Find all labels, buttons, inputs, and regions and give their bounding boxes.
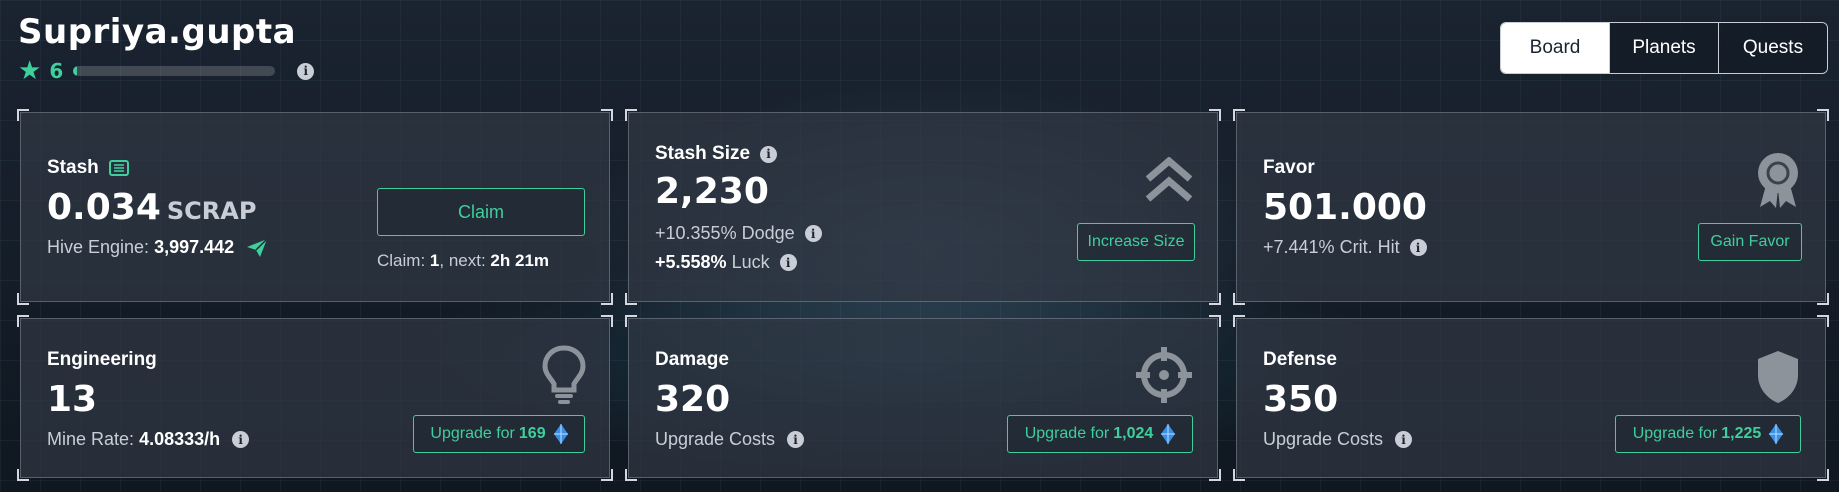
dodge-label: Dodge [741, 223, 795, 243]
info-icon[interactable]: i [804, 225, 822, 242]
info-icon[interactable]: i [779, 254, 797, 271]
upgrade-costs-label: Upgrade Costs [1263, 429, 1384, 449]
claim-next-label: , next: [439, 251, 486, 270]
claim-info: Claim: 1, next: 2h 21m [377, 251, 549, 271]
tab-board[interactable]: Board [1501, 23, 1609, 73]
level-row: ★ 6 i [18, 56, 315, 86]
info-icon[interactable]: i [1409, 239, 1427, 256]
upgrade-label: Upgrade for [1632, 425, 1718, 442]
upgrade-cost: 169 [518, 425, 546, 442]
luck-value: +5.558% [655, 252, 727, 272]
crosshair-icon [1136, 347, 1192, 403]
hive-engine-value: 3,997.442 [154, 237, 235, 257]
gain-favor-button[interactable]: Gain Favor [1698, 223, 1802, 261]
username: Supriya.gupta [18, 12, 297, 52]
double-chevron-up-icon [1145, 157, 1193, 202]
defense-label: Defense [1263, 349, 1337, 370]
engineering-label: Engineering [47, 349, 157, 370]
view-tabs: Board Planets Quests [1500, 22, 1828, 74]
claim-count: 1 [429, 251, 440, 270]
stash-title: Stash [47, 157, 129, 179]
shield-icon [1758, 351, 1798, 403]
send-icon[interactable] [246, 237, 268, 258]
crystal-icon [1769, 424, 1784, 444]
engineering-value: 13 [47, 379, 98, 420]
upgrade-label: Upgrade for [1024, 425, 1110, 442]
upgrade-costs-label: Upgrade Costs [655, 429, 776, 449]
upgrade-engineering-button[interactable]: Upgrade for 169 [413, 415, 585, 453]
favor-label: Favor [1263, 157, 1315, 178]
damage-card: Damage 320 Upgrade Costs i Upgrade for 1,… [625, 315, 1221, 481]
engineering-card: Engineering 13 Mine Rate: 4.08333/h i Up… [17, 315, 613, 481]
info-icon[interactable]: i [760, 145, 778, 163]
defense-value: 350 [1263, 379, 1339, 420]
crit-hit-value: +7.441% [1263, 237, 1335, 257]
defense-costs-row: Upgrade Costs i [1263, 429, 1413, 450]
lightbulb-icon [542, 345, 586, 404]
crystal-icon [553, 424, 568, 444]
stash-card: Stash 0.034 SCRAP Hive Engine: 3,997.442 … [17, 109, 613, 305]
stash-amount-row: 0.034 SCRAP [47, 187, 256, 228]
mine-rate-label: Mine Rate: [47, 429, 135, 449]
stash-amount: 0.034 [47, 187, 161, 228]
claim-next-value: 2h 21m [490, 251, 550, 270]
stash-size-card: Stash Size i 2,230 +10.355% Dodge i +5.5… [625, 109, 1221, 305]
star-icon: ★ [18, 56, 42, 86]
mine-rate-value: 4.08333/h [139, 429, 221, 449]
stash-size-title: Stash Size i [655, 143, 778, 165]
tab-planets[interactable]: Planets [1609, 23, 1718, 73]
upgrade-label: Upgrade for [430, 425, 515, 442]
upgrade-cost: 1,024 [1113, 425, 1154, 442]
xp-progress-fill [73, 66, 78, 76]
info-icon[interactable]: i [232, 431, 250, 448]
favor-value: 501.000 [1263, 187, 1427, 228]
hive-engine-label: Hive Engine: [47, 237, 150, 257]
list-icon[interactable] [108, 160, 129, 176]
stash-size-value: 2,230 [655, 171, 769, 212]
defense-card: Defense 350 Upgrade Costs i Upgrade for 1… [1233, 315, 1829, 481]
stash-size-label: Stash Size [655, 143, 751, 164]
dodge-value: +10.355% [655, 223, 737, 243]
upgrade-defense-button[interactable]: Upgrade for 1,225 [1615, 415, 1801, 453]
crystal-icon [1161, 424, 1176, 444]
damage-value: 320 [655, 379, 731, 420]
level-number: 6 [49, 59, 64, 83]
hive-engine-row: Hive Engine: 3,997.442 [47, 237, 268, 258]
claim-label: Claim: [377, 251, 426, 270]
luck-row: +5.558% Luck i [655, 252, 797, 273]
damage-costs-row: Upgrade Costs i [655, 429, 805, 450]
crit-hit-row: +7.441% Crit. Hit i [1263, 237, 1427, 258]
stash-unit: SCRAP [166, 197, 257, 225]
upgrade-cost: 1,225 [1721, 425, 1762, 442]
info-icon[interactable]: i [1395, 431, 1413, 448]
info-icon[interactable]: i [297, 62, 315, 80]
award-ribbon-icon [1758, 153, 1798, 208]
increase-size-button[interactable]: Increase Size [1077, 223, 1195, 261]
xp-progress-bar [73, 66, 276, 76]
dodge-row: +10.355% Dodge i [655, 223, 822, 244]
info-icon[interactable]: i [787, 431, 805, 448]
mine-rate-row: Mine Rate: 4.08333/h i [47, 429, 250, 450]
favor-card: Favor 501.000 +7.441% Crit. Hit i Gain F… [1233, 109, 1829, 305]
claim-button[interactable]: Claim [377, 188, 585, 236]
tab-quests[interactable]: Quests [1718, 23, 1827, 73]
upgrade-damage-button[interactable]: Upgrade for 1,024 [1007, 415, 1193, 453]
crit-hit-label: Crit. Hit [1339, 237, 1400, 257]
luck-label: Luck [731, 252, 770, 272]
stash-label: Stash [47, 157, 99, 178]
damage-label: Damage [655, 349, 729, 370]
